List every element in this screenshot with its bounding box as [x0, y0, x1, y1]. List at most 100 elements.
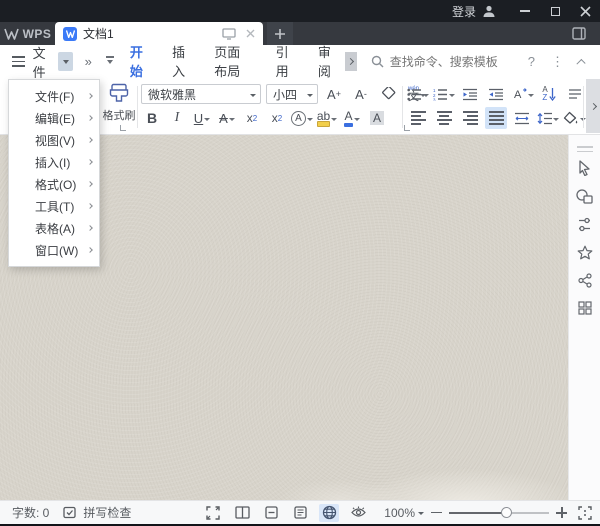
close-button[interactable]	[570, 0, 600, 22]
align-right-button[interactable]	[459, 107, 481, 129]
char-shading-button[interactable]: A	[366, 107, 388, 129]
collapse-ribbon-icon[interactable]	[576, 58, 585, 67]
sort-button[interactable]: AZ	[538, 83, 560, 105]
shapes-icon	[576, 189, 593, 204]
justify-button[interactable]	[485, 107, 507, 129]
bold-button[interactable]: B	[141, 107, 163, 129]
font-size-combo[interactable]: 小四	[266, 84, 318, 104]
bullet-list-button[interactable]	[407, 83, 429, 105]
divider	[583, 86, 584, 128]
fullscreen-view-button[interactable]	[203, 504, 223, 522]
select-tool-button[interactable]	[573, 156, 597, 180]
submenu-arrow-icon	[87, 225, 93, 231]
fit-page-icon[interactable]	[578, 506, 592, 520]
font-size-value: 小四	[273, 86, 297, 103]
globe-icon	[322, 505, 337, 520]
decrease-indent-button[interactable]	[459, 83, 481, 105]
clear-format-button[interactable]	[377, 83, 399, 105]
properties-panel-button[interactable]	[573, 212, 597, 236]
align-left-button[interactable]	[407, 107, 429, 129]
outline-view-icon	[294, 506, 307, 519]
zoom-controls: 100%	[384, 506, 592, 520]
menu-item-view[interactable]: 视图(V)	[9, 129, 99, 151]
distribute-button[interactable]	[511, 107, 533, 129]
menu-item-insert[interactable]: 插入(I)	[9, 151, 99, 173]
menu-item-window[interactable]: 窗口(W)	[9, 239, 99, 261]
submenu-arrow-icon	[87, 137, 93, 143]
book-view-button[interactable]	[232, 504, 252, 522]
workspace-icon[interactable]	[572, 27, 586, 40]
zoom-level-button[interactable]: 100%	[384, 506, 424, 520]
font-group-dialog-launcher[interactable]	[120, 125, 126, 131]
file-menu-caret-button[interactable]	[58, 52, 72, 71]
tab-overflow-button[interactable]	[345, 52, 357, 71]
numbered-list-button[interactable]: 123	[433, 83, 455, 105]
web-view-button[interactable]	[319, 504, 339, 522]
increase-indent-button[interactable]	[485, 83, 507, 105]
outline-view-button[interactable]	[290, 504, 310, 522]
eye-protect-button[interactable]	[348, 504, 368, 522]
cursor-icon	[577, 160, 592, 176]
italic-button[interactable]: I	[166, 107, 188, 129]
menu-item-tools[interactable]: 工具(T)	[9, 195, 99, 217]
text-direction-button[interactable]: A	[511, 83, 534, 105]
menu-item-format[interactable]: 格式(O)	[9, 173, 99, 195]
command-search[interactable]	[371, 55, 520, 69]
bullet-list-icon	[407, 88, 422, 101]
search-input[interactable]	[390, 55, 520, 69]
shrink-font-button[interactable]: A-	[350, 83, 372, 105]
page-view-button[interactable]	[261, 504, 281, 522]
divider	[137, 86, 138, 128]
favorites-panel-button[interactable]	[573, 240, 597, 264]
highlight-button[interactable]: ab	[316, 107, 338, 129]
menu-item-table[interactable]: 表格(A)	[9, 217, 99, 239]
superscript-button[interactable]: x2	[241, 107, 263, 129]
share-panel-button[interactable]	[573, 268, 597, 292]
paragraph-group-dialog-launcher[interactable]	[404, 125, 410, 131]
ribbon-overflow-button[interactable]	[586, 79, 600, 133]
more-options-icon[interactable]: ⋮	[551, 54, 564, 70]
eraser-icon	[380, 87, 396, 101]
zoom-in-button[interactable]	[556, 507, 567, 518]
font-color-button[interactable]: A	[341, 107, 363, 129]
file-menu-button[interactable]: 文件	[33, 43, 55, 81]
sidebar-handle[interactable]	[577, 146, 593, 152]
pin-ribbon-icon[interactable]	[106, 56, 114, 67]
help-icon[interactable]: ?	[528, 54, 535, 69]
spell-check-icon	[63, 506, 77, 519]
menu-item-file[interactable]: 文件(F)	[9, 85, 99, 107]
underline-button[interactable]: U	[191, 107, 213, 129]
justify-icon	[489, 111, 504, 125]
minimize-button[interactable]	[510, 0, 540, 22]
font-color-icon: A	[344, 109, 352, 127]
submenu-arrow-icon	[87, 115, 93, 121]
search-icon	[371, 55, 384, 68]
strikethrough-button[interactable]: A	[216, 107, 238, 129]
zoom-out-button[interactable]	[431, 512, 442, 513]
login-button[interactable]: 登录	[452, 3, 496, 20]
menu-item-edit[interactable]: 编辑(E)	[9, 107, 99, 129]
shapes-panel-button[interactable]	[573, 184, 597, 208]
maximize-button[interactable]	[540, 0, 570, 22]
writer-doc-icon	[63, 27, 77, 41]
status-bar: 字数: 0 拼写检查 100%	[0, 500, 600, 526]
zoom-slider[interactable]	[449, 512, 549, 514]
apps-panel-button[interactable]	[573, 296, 597, 320]
view-mode-icons	[203, 504, 368, 522]
maximize-icon	[551, 7, 560, 16]
main-menu-icon[interactable]	[12, 56, 25, 67]
chevron-down-icon	[418, 512, 424, 518]
align-center-button[interactable]	[433, 107, 455, 129]
subscript-button[interactable]: x2	[266, 107, 288, 129]
more-toolbars-icon[interactable]: »	[85, 54, 92, 69]
line-spacing-button[interactable]	[537, 107, 559, 129]
word-count[interactable]: 字数: 0	[12, 504, 49, 521]
format-painter-button[interactable]: 格式刷	[100, 82, 138, 123]
spell-check-label[interactable]: 拼写检查	[83, 504, 131, 521]
grow-font-button[interactable]: A+	[323, 83, 345, 105]
font-name-combo[interactable]: 微软雅黑	[141, 84, 261, 104]
submenu-arrow-icon	[87, 203, 93, 209]
char-border-button[interactable]: A	[291, 107, 313, 129]
zoom-slider-thumb[interactable]	[501, 507, 512, 518]
line-spacing-icon	[537, 112, 552, 125]
